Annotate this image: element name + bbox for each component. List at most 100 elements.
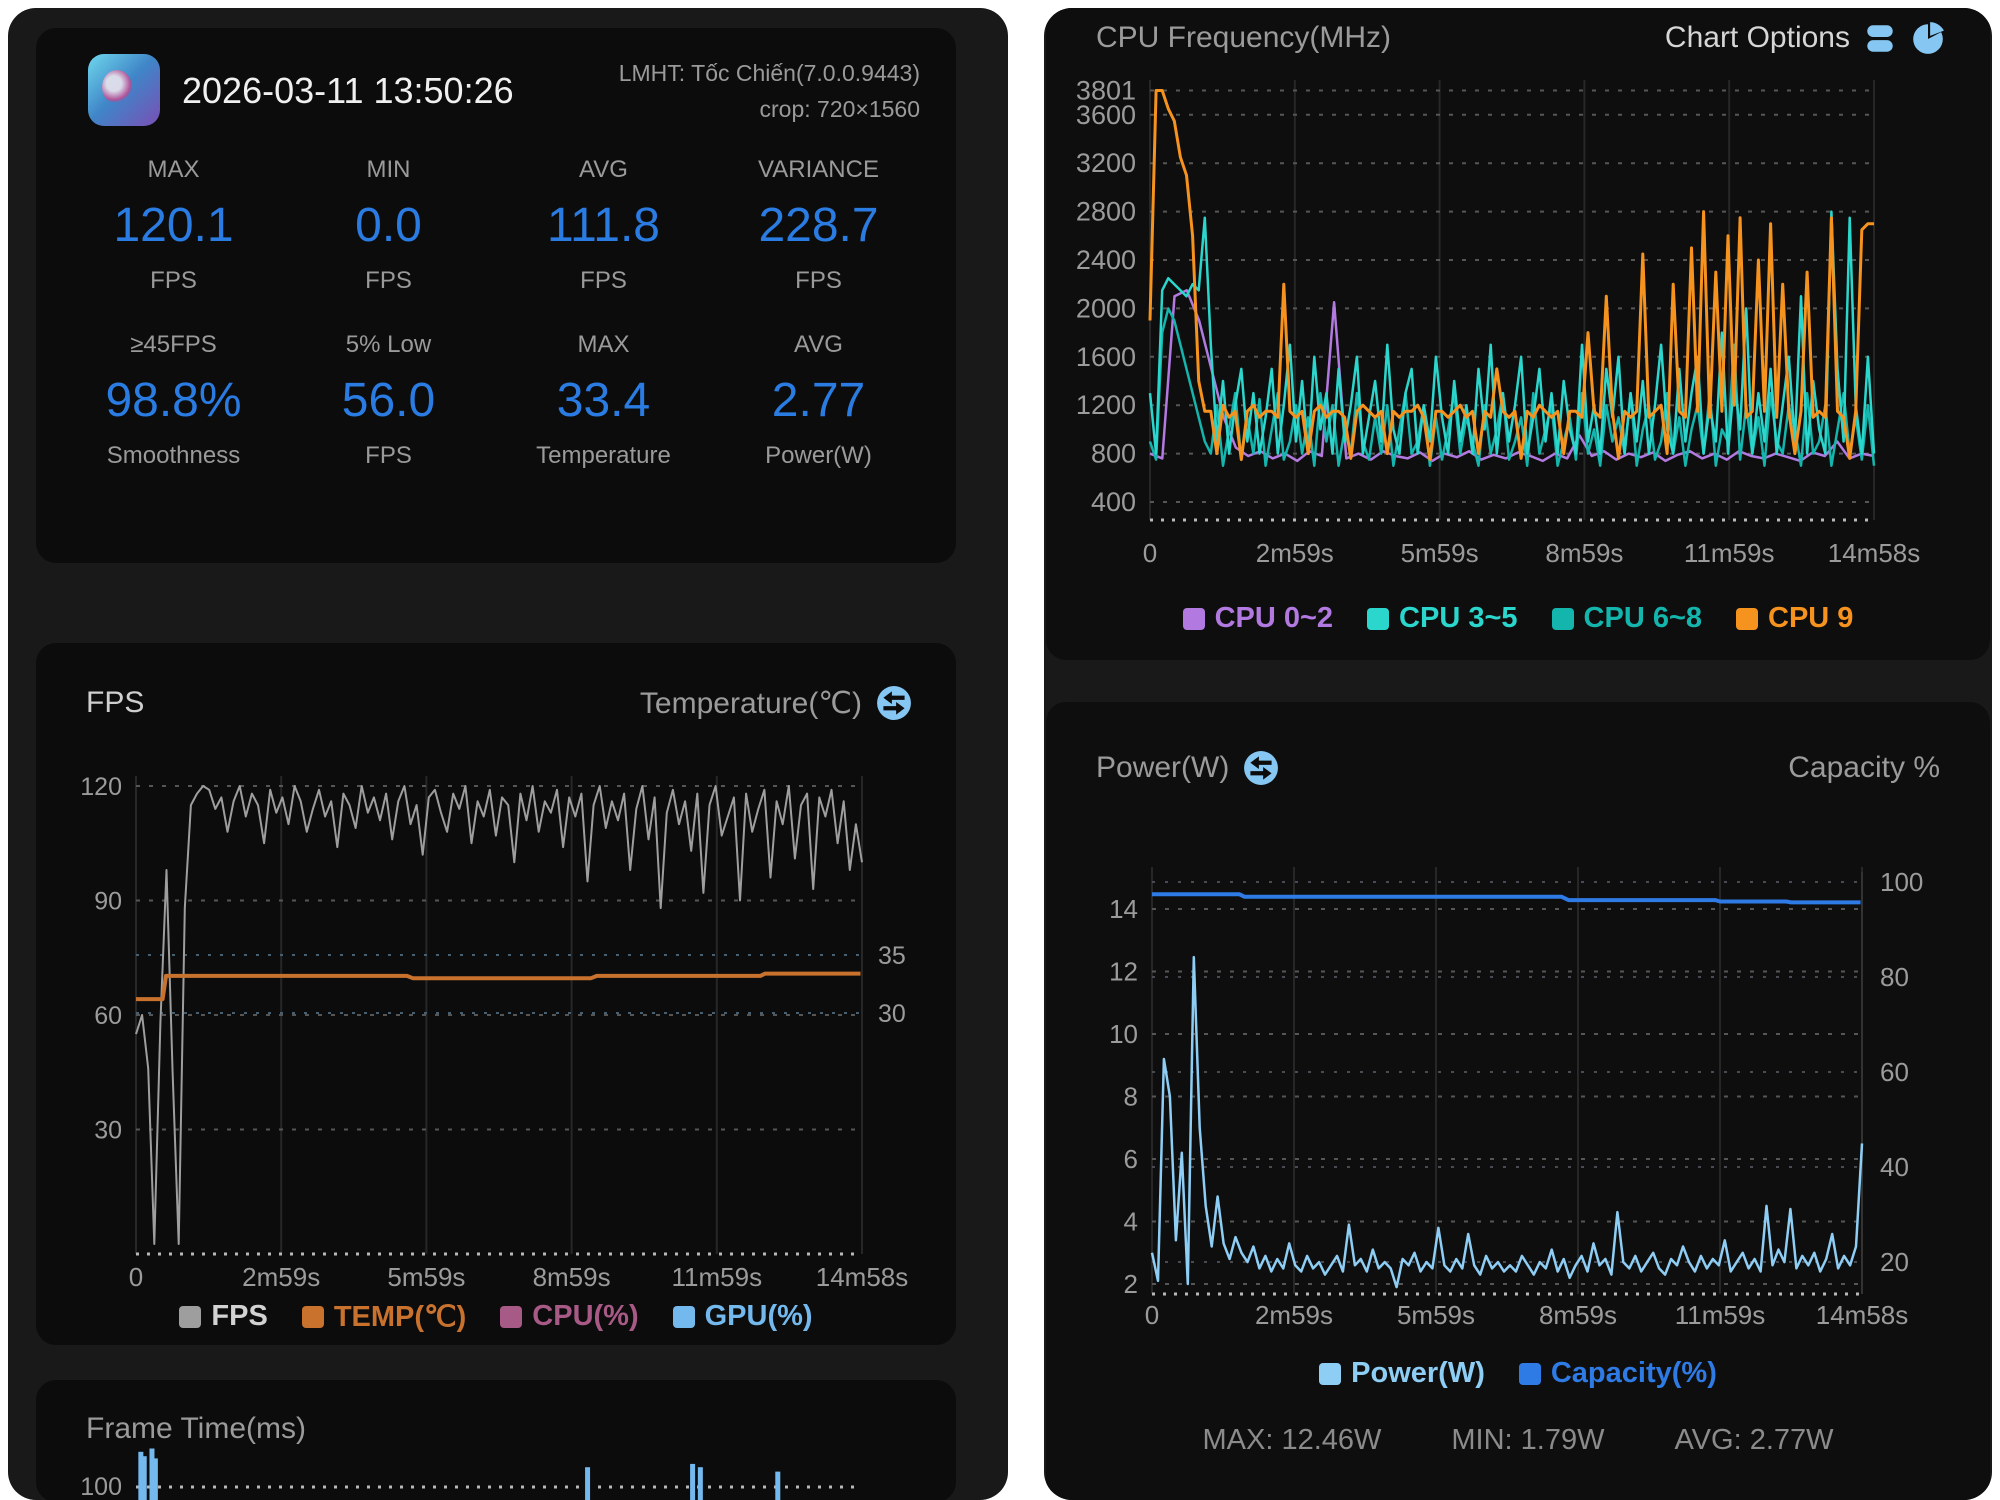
legend-label: Capacity(%)	[1551, 1357, 1717, 1390]
legend-label: CPU 3~5	[1399, 602, 1517, 635]
svg-text:800: 800	[1091, 439, 1136, 469]
svg-text:2000: 2000	[1076, 293, 1136, 323]
stat-5pct-low: 5% Low 56.0 FPS	[281, 331, 496, 470]
legend-item-cpu-9[interactable]: CPU 9	[1736, 602, 1853, 635]
fps-chart-title: FPS	[86, 686, 144, 720]
svg-text:5m59s: 5m59s	[387, 1262, 465, 1292]
crop-info: crop: 720×1560	[760, 96, 921, 123]
cpu-frequency-card: CPU Frequency(MHz) Chart Options 3801360…	[1046, 8, 1990, 660]
power-chart-canvas[interactable]: 14121086421008060402002m59s5m59s8m59s11m…	[1046, 807, 1990, 1352]
power-stats-row: MAX: 12.46W MIN: 1.79W AVG: 2.77W	[1046, 1424, 1990, 1457]
svg-text:120: 120	[80, 773, 122, 801]
stat-avg-fps: AVG 111.8 FPS	[496, 156, 711, 295]
legend-item-power-w-[interactable]: Power(W)	[1319, 1357, 1485, 1390]
record-datetime: 2026-03-11 13:50:26	[182, 70, 514, 112]
legend-item-cpu-3-5[interactable]: CPU 3~5	[1367, 602, 1517, 635]
legend-item-fps[interactable]: FPS	[179, 1300, 267, 1333]
legend-item-gpu-[interactable]: GPU(%)	[673, 1300, 813, 1333]
axis-swap-icon[interactable]	[876, 685, 912, 721]
power-capacity-card: Power(W) Capacity % 14121086421008060402…	[1046, 702, 1990, 1500]
svg-text:11m59s: 11m59s	[1675, 1300, 1766, 1330]
svg-text:5m59s: 5m59s	[1397, 1300, 1475, 1330]
svg-text:2m59s: 2m59s	[1256, 538, 1334, 568]
legend-item-cpu-0-2[interactable]: CPU 0~2	[1183, 602, 1333, 635]
legend-swatch	[1552, 608, 1574, 630]
power-legend: Power(W) Capacity(%)	[1046, 1357, 1990, 1390]
svg-text:90: 90	[94, 887, 122, 915]
svg-text:80: 80	[1880, 962, 1909, 992]
legend-swatch	[1183, 608, 1205, 630]
legend-swatch	[302, 1306, 324, 1328]
svg-text:5m59s: 5m59s	[1401, 538, 1479, 568]
legend-label: GPU(%)	[705, 1300, 813, 1333]
power-stat: MAX: 12.46W	[1202, 1424, 1381, 1457]
stat-max-fps: MAX 120.1 FPS	[66, 156, 281, 295]
power-stat: MIN: 1.79W	[1451, 1424, 1604, 1457]
svg-text:2400: 2400	[1076, 245, 1136, 275]
svg-text:35: 35	[878, 942, 906, 970]
svg-text:0: 0	[1143, 538, 1157, 568]
svg-text:8m59s: 8m59s	[1539, 1300, 1617, 1330]
svg-text:14m58s: 14m58s	[1816, 1300, 1909, 1330]
fps-legend: FPS TEMP(℃) CPU(%) GPU(%)	[36, 1299, 956, 1334]
svg-text:30: 30	[94, 1116, 122, 1144]
summary-stats-card: 2026-03-11 13:50:26 LMHT: Tốc Chiến(7.0.…	[36, 28, 956, 563]
svg-text:8: 8	[1124, 1082, 1138, 1112]
svg-text:8m59s: 8m59s	[533, 1262, 611, 1292]
legend-swatch	[1367, 608, 1389, 630]
frame-time-chart-canvas[interactable]: 100	[36, 1437, 956, 1500]
legend-label: TEMP(℃)	[334, 1299, 466, 1334]
svg-text:2m59s: 2m59s	[1255, 1300, 1333, 1330]
svg-text:100: 100	[1880, 867, 1923, 897]
power-chart-title: Power(W)	[1096, 751, 1229, 785]
app-icon	[88, 54, 160, 126]
legend-label: FPS	[211, 1300, 267, 1333]
legend-item-temp-[interactable]: TEMP(℃)	[302, 1299, 466, 1334]
stats-row-2: ≥45FPS 98.8% Smoothness 5% Low 56.0 FPS …	[66, 331, 926, 470]
stat-min-fps: MIN 0.0 FPS	[281, 156, 496, 295]
svg-text:0: 0	[1145, 1300, 1159, 1330]
svg-text:2: 2	[1124, 1269, 1138, 1299]
legend-item-cpu-6-8[interactable]: CPU 6~8	[1552, 602, 1702, 635]
svg-text:1600: 1600	[1076, 342, 1136, 372]
svg-text:8m59s: 8m59s	[1545, 538, 1623, 568]
legend-item-cpu-[interactable]: CPU(%)	[500, 1300, 638, 1333]
power-stat: AVG: 2.77W	[1674, 1424, 1833, 1457]
legend-swatch	[500, 1306, 522, 1328]
app-title: LMHT: Tốc Chiến(7.0.0.9443)	[619, 60, 920, 87]
legend-label: CPU 6~8	[1584, 602, 1702, 635]
stat-smoothness: ≥45FPS 98.8% Smoothness	[66, 331, 281, 470]
frame-time-card: Frame Time(ms) 100	[36, 1380, 956, 1500]
legend-item-capacity-[interactable]: Capacity(%)	[1519, 1357, 1717, 1390]
svg-text:2m59s: 2m59s	[242, 1262, 320, 1292]
fps-chart-canvas[interactable]: 120906030353002m59s5m59s8m59s11m59s14m58…	[36, 738, 956, 1303]
svg-text:14m58s: 14m58s	[1828, 538, 1921, 568]
legend-swatch	[1319, 1363, 1341, 1385]
stats-row-1: MAX 120.1 FPS MIN 0.0 FPS AVG 111.8 FPS …	[66, 156, 926, 295]
stat-variance-fps: VARIANCE 228.7 FPS	[711, 156, 926, 295]
svg-text:3600: 3600	[1076, 100, 1136, 130]
legend-swatch	[673, 1306, 695, 1328]
fps-chart-card: FPS Temperature(℃) 120 90 60 30 35 30 0 2m59s 5m…	[36, 643, 956, 1345]
svg-text:4: 4	[1124, 1207, 1138, 1237]
cpu-frequency-chart-canvas[interactable]: 3801360032002800240020001600120080040002…	[1046, 50, 1990, 595]
legend-swatch	[179, 1306, 201, 1328]
svg-text:0: 0	[129, 1262, 143, 1292]
fps-chart-right-title: Temperature(℃)	[640, 686, 862, 721]
svg-text:14m58s: 14m58s	[816, 1262, 909, 1292]
left-panel: 2026-03-11 13:50:26 LMHT: Tốc Chiến(7.0.…	[8, 8, 1008, 1500]
right-panel: CPU Frequency(MHz) Chart Options 3801360…	[1044, 8, 1992, 1500]
svg-text:20: 20	[1880, 1247, 1909, 1277]
svg-text:30: 30	[878, 1000, 906, 1028]
svg-text:14: 14	[1109, 894, 1138, 924]
legend-label: CPU 9	[1768, 602, 1853, 635]
stat-max-temperature: MAX 33.4 Temperature	[496, 331, 711, 470]
axis-swap-icon[interactable]	[1243, 750, 1279, 786]
svg-text:60: 60	[94, 1002, 122, 1030]
svg-text:1200: 1200	[1076, 390, 1136, 420]
svg-text:60: 60	[1880, 1057, 1909, 1087]
stat-avg-power: AVG 2.77 Power(W)	[711, 331, 926, 470]
svg-text:40: 40	[1880, 1152, 1909, 1182]
svg-text:100: 100	[80, 1473, 122, 1500]
svg-text:11m59s: 11m59s	[1684, 538, 1775, 568]
